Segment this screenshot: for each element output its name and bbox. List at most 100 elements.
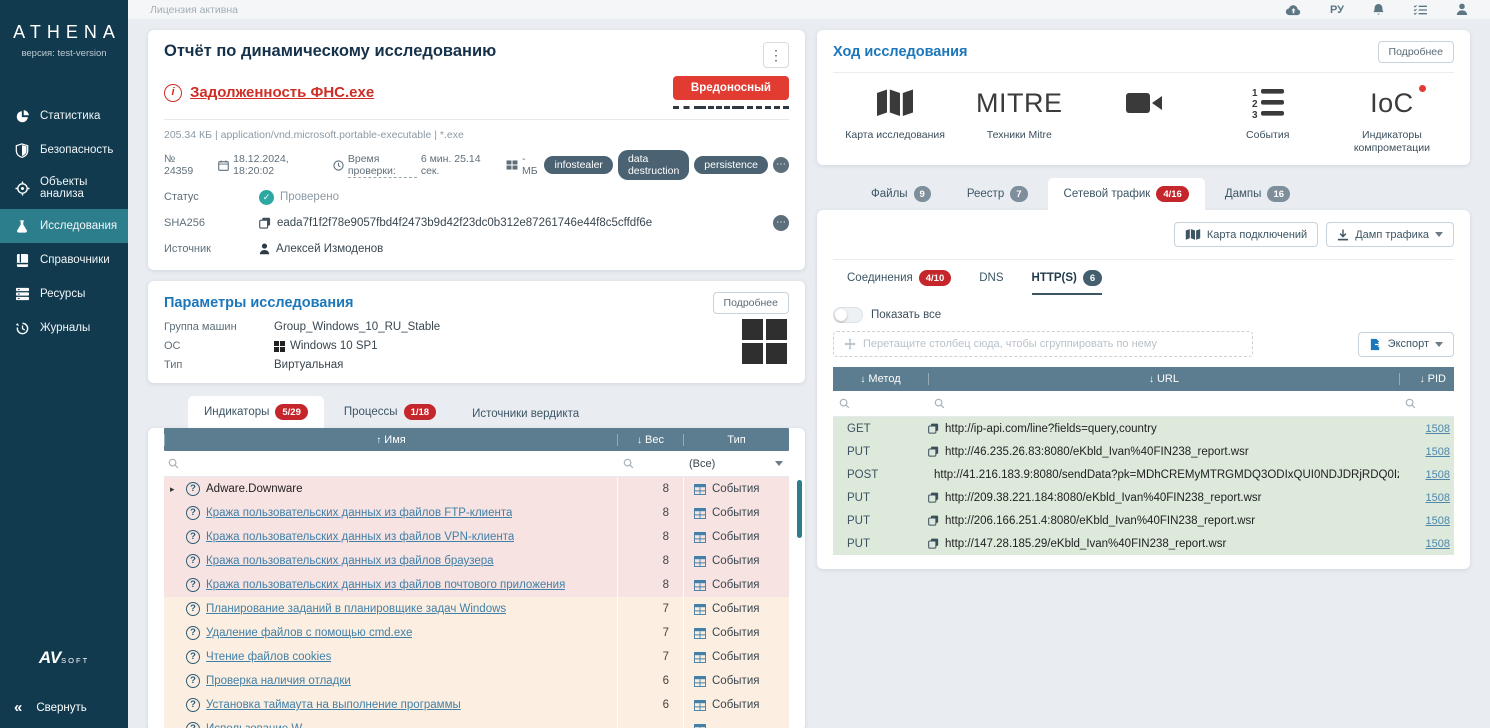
events-link[interactable]: События: [712, 651, 759, 663]
indicator-link[interactable]: Проверка наличия отладки: [206, 675, 351, 687]
more-sha-button[interactable]: ⋯: [773, 215, 789, 231]
pid-link[interactable]: 1508: [1426, 538, 1450, 550]
tab-files[interactable]: Файлы9: [855, 178, 947, 210]
name-filter-input[interactable]: [164, 458, 617, 469]
copy-icon[interactable]: [928, 423, 939, 434]
copy-icon[interactable]: [928, 446, 939, 457]
user-icon[interactable]: [1456, 3, 1468, 16]
indicator-link[interactable]: Использование W...: [206, 723, 311, 728]
progress-item-recording[interactable]: События: [1081, 81, 1205, 155]
progress-details-button[interactable]: Подробнее: [1378, 41, 1454, 63]
more-tags-button[interactable]: ⋯: [773, 157, 789, 173]
question-icon[interactable]: ?: [186, 506, 200, 520]
question-icon[interactable]: ?: [186, 650, 200, 664]
column-header-name[interactable]: ↑Имя: [164, 434, 617, 446]
progress-item-map[interactable]: Карта исследования: [833, 81, 957, 155]
traffic-dump-button[interactable]: Дамп трафика: [1326, 222, 1454, 247]
column-header-url[interactable]: ↓URL: [928, 373, 1399, 385]
type-filter-dropdown[interactable]: (Все): [683, 458, 789, 470]
events-link[interactable]: События: [712, 699, 759, 711]
subtab-connections[interactable]: Соединения4/10: [847, 270, 951, 295]
column-header-weight[interactable]: ↓Вес: [617, 434, 683, 446]
table-row[interactable]: PUT http://147.28.185.29/eKbld_Ivan%40FI…: [833, 532, 1454, 555]
pid-link[interactable]: 1508: [1426, 469, 1450, 481]
sidebar-item-analysis-objects[interactable]: Объекты анализа: [0, 167, 128, 209]
events-link[interactable]: События: [712, 627, 759, 639]
cloud-upload-icon[interactable]: [1285, 4, 1302, 16]
tag-pill[interactable]: data destruction: [618, 150, 689, 180]
question-icon[interactable]: ?: [186, 602, 200, 616]
indicator-link[interactable]: Планирование заданий в планировщике зада…: [206, 603, 506, 615]
table-row[interactable]: GET http://ip-api.com/line?fields=query,…: [833, 417, 1454, 440]
connection-map-button[interactable]: Карта подключений: [1174, 222, 1318, 247]
file-name-link[interactable]: Задолженность ФНС.exe: [190, 84, 374, 101]
check-time-label[interactable]: Время проверки:: [348, 153, 417, 178]
indicator-link[interactable]: Кража пользовательских данных из файлов …: [206, 579, 565, 591]
table-row[interactable]: ▸ ?Adware.Downware 8 События: [164, 477, 789, 501]
column-header-type[interactable]: Тип: [683, 434, 789, 446]
language-toggle[interactable]: РУ: [1330, 4, 1344, 16]
bell-icon[interactable]: [1372, 3, 1385, 17]
column-header-method[interactable]: ↓Метод: [833, 373, 928, 385]
tab-verdict-sources[interactable]: Источники вердикта: [456, 400, 595, 428]
progress-item-mitre[interactable]: MITRE Техники Mitre: [957, 81, 1081, 155]
question-icon[interactable]: ?: [186, 482, 200, 496]
question-icon[interactable]: ?: [186, 674, 200, 688]
table-row[interactable]: ?Кража пользовательских данных из файлов…: [164, 525, 789, 549]
indicator-link[interactable]: Установка таймаута на выполнение програм…: [206, 699, 461, 711]
tab-registry[interactable]: Реестр7: [951, 178, 1044, 210]
progress-item-ioc[interactable]: IoC Индикаторы компрометации: [1330, 81, 1454, 155]
method-filter-input[interactable]: [833, 398, 928, 409]
table-row-partial[interactable]: ? Использование W...: [164, 717, 789, 728]
tab-processes[interactable]: Процессы1/18: [328, 396, 452, 428]
copy-icon[interactable]: [928, 538, 939, 549]
question-icon[interactable]: ?: [186, 626, 200, 640]
table-row[interactable]: ?Чтение файлов cookies 7 События: [164, 645, 789, 669]
subtab-dns[interactable]: DNS: [979, 270, 1003, 295]
question-icon[interactable]: ?: [186, 698, 200, 712]
table-scrollbar[interactable]: [797, 480, 802, 538]
collapse-button[interactable]: « Свернуть: [0, 690, 128, 728]
events-link[interactable]: События: [712, 507, 759, 519]
column-header-pid[interactable]: ↓PID: [1399, 373, 1454, 385]
expand-arrow-icon[interactable]: ▸: [164, 484, 186, 495]
events-link[interactable]: События: [712, 603, 759, 615]
indicator-link[interactable]: Чтение файлов cookies: [206, 651, 331, 663]
export-button[interactable]: Экспорт: [1358, 332, 1454, 357]
indicator-link[interactable]: Кража пользовательских данных из файлов …: [206, 507, 512, 519]
pid-filter-input[interactable]: [1399, 398, 1454, 409]
table-row[interactable]: ? Планирование заданий в планировщике зад…: [164, 597, 789, 621]
tab-dumps[interactable]: Дампы16: [1209, 178, 1306, 210]
pid-link[interactable]: 1508: [1426, 515, 1450, 527]
task-list-icon[interactable]: [1413, 4, 1428, 16]
sidebar-item-security[interactable]: Безопасность: [0, 133, 128, 167]
report-menu-button[interactable]: ⋮: [763, 42, 789, 68]
question-icon[interactable]: ?: [186, 578, 200, 592]
pid-link[interactable]: 1508: [1426, 492, 1450, 504]
tab-indicators[interactable]: Индикаторы5/29: [188, 396, 324, 428]
events-link[interactable]: События: [712, 579, 759, 591]
question-icon[interactable]: ?: [186, 722, 200, 728]
indicator-link[interactable]: Удаление файлов с помощью cmd.exe: [206, 627, 412, 639]
indicator-link[interactable]: Кража пользовательских данных из файлов …: [206, 555, 494, 567]
copy-icon[interactable]: [928, 492, 939, 503]
events-link[interactable]: События: [712, 483, 759, 495]
copy-icon[interactable]: [928, 515, 939, 526]
url-filter-input[interactable]: [928, 398, 1399, 409]
events-link[interactable]: События: [712, 531, 759, 543]
sidebar-item-references[interactable]: Справочники: [0, 243, 128, 277]
table-row[interactable]: ?Проверка наличия отладки 6 События: [164, 669, 789, 693]
tag-pill[interactable]: persistence: [694, 156, 768, 174]
group-by-dropzone[interactable]: Перетащите столбец сюда, чтобы сгруппиро…: [833, 331, 1253, 357]
progress-item-events[interactable]: 123 События: [1206, 81, 1330, 155]
table-row[interactable]: ? Кража пользовательских данных из файлов…: [164, 501, 789, 525]
weight-filter-input[interactable]: [617, 458, 683, 469]
sidebar-item-resources[interactable]: Ресурсы: [0, 277, 128, 311]
pid-link[interactable]: 1508: [1426, 446, 1450, 458]
subtab-https[interactable]: HTTP(S)6: [1032, 270, 1103, 295]
table-row[interactable]: ? Установка таймаута на выполнение програ…: [164, 693, 789, 717]
tag-pill[interactable]: infostealer: [544, 156, 612, 174]
verdict-badge[interactable]: Вредоносный: [673, 76, 789, 100]
question-icon[interactable]: ?: [186, 554, 200, 568]
table-row[interactable]: ? Кража пользовательских данных из файлов…: [164, 573, 789, 597]
